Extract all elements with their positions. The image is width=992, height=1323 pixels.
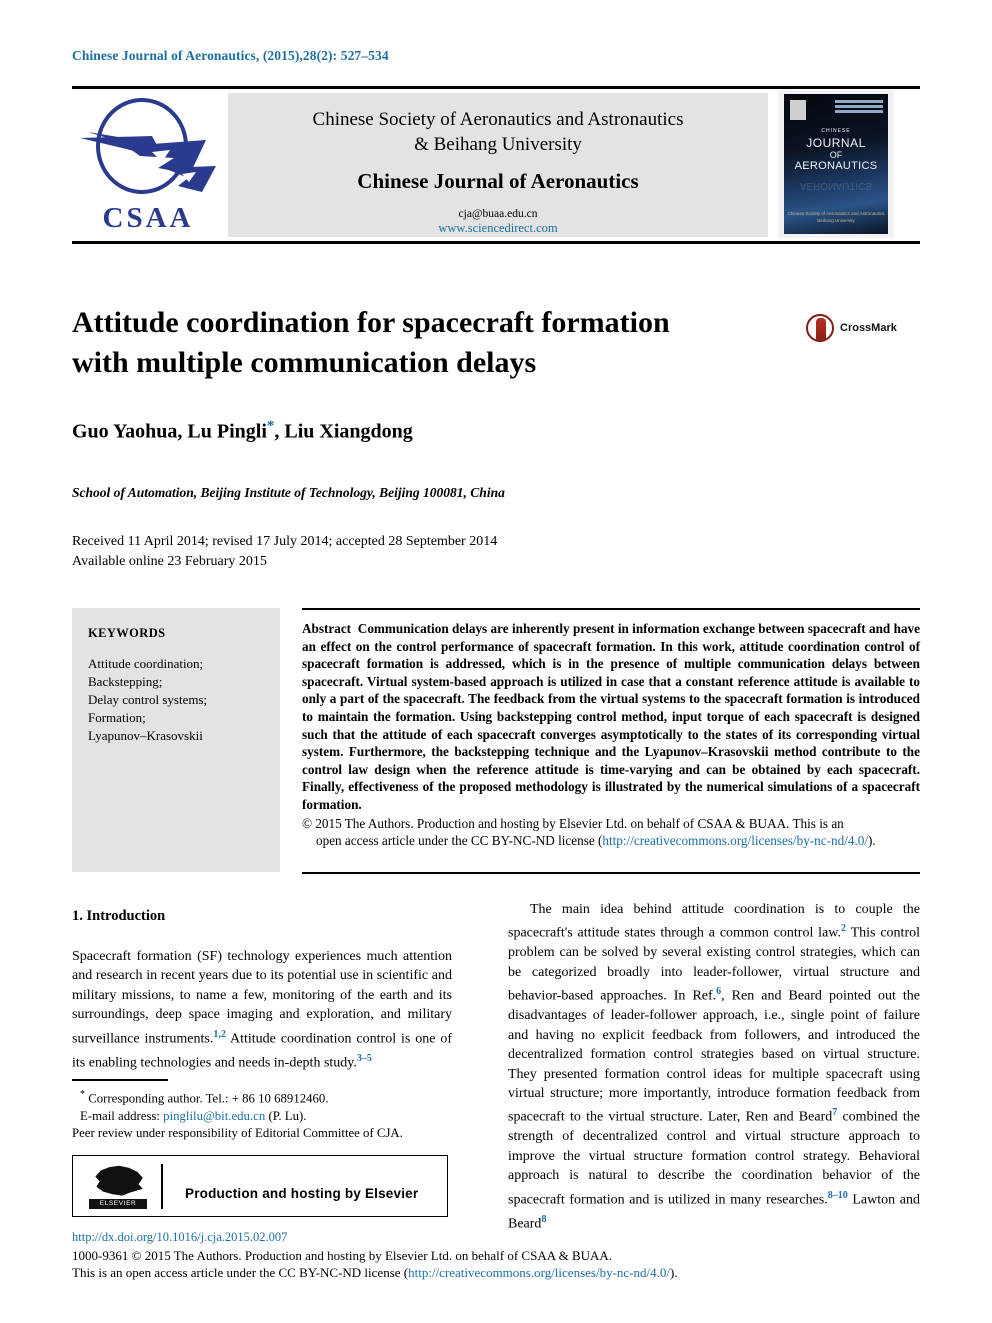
- journal-article-page: Chinese Journal of Aeronautics, (2015),2…: [0, 0, 992, 1323]
- footnote-separator: [72, 1079, 168, 1081]
- footnote-email: E-mail address: pinglilu@bit.edu.cn (P. …: [72, 1108, 452, 1126]
- license-text-pre: open access article under the CC BY-NC-N…: [316, 833, 603, 849]
- cover-footer-text: Chinese Society of Aeronautics and Astro…: [784, 210, 888, 224]
- abstract-copyright: © 2015 The Authors. Production and hosti…: [302, 815, 920, 850]
- journal-masthead: CSAA Chinese Society of Aeronautics and …: [72, 86, 920, 244]
- elsevier-production-box: ELSEVIER Production and hosting by Elsev…: [72, 1155, 448, 1217]
- keyword-item: Backstepping;: [88, 674, 163, 689]
- footnote-block: * Corresponding author. Tel.: + 86 10 68…: [72, 1086, 452, 1143]
- footer-license-line: This is an open access article under the…: [72, 1264, 920, 1282]
- abstract-section: Abstract Communication delays are inhere…: [302, 620, 920, 850]
- author-names-head: Guo Yaohua, Lu Pingli: [72, 420, 267, 443]
- csaa-logo: CSAA: [78, 96, 218, 236]
- page-footer: http://dx.doi.org/10.1016/j.cja.2015.02.…: [72, 1229, 920, 1282]
- history-available: Available online 23 February 2015: [72, 554, 267, 569]
- cover-issue-info: [835, 100, 883, 116]
- copyright-line-1: © 2015 The Authors. Production and hosti…: [302, 815, 844, 831]
- society-line-1: Chinese Society of Aeronautics and Astro…: [312, 109, 684, 130]
- keywords-heading: KEYWORDS: [88, 626, 166, 640]
- abstract-bottom-rule: [302, 872, 920, 874]
- keyword-item: Formation;: [88, 710, 146, 725]
- elsevier-box-divider: [161, 1164, 163, 1209]
- section-heading-introduction: 1. Introduction: [72, 908, 166, 924]
- article-history: Received 11 April 2014; revised 17 July …: [72, 532, 497, 572]
- crossmark-icon-inner: [816, 318, 826, 340]
- elsevier-tree-icon: [95, 1165, 143, 1196]
- cover-reflection: AERONAUTICS: [799, 180, 873, 191]
- csaa-logo-text: CSAA: [102, 202, 194, 234]
- cover-art: CHINESE JOURNAL OF AERONAUTICS AERONAUTI…: [784, 94, 888, 234]
- title-line-2: with multiple communication delays: [72, 346, 537, 379]
- crossmark-badge[interactable]: CrossMark: [806, 314, 914, 344]
- author-names-tail: , Liu Xiangdong: [274, 420, 413, 443]
- footer-license-pre: This is an open access article under the…: [72, 1265, 409, 1280]
- crossmark-icon: [806, 314, 834, 342]
- elsevier-wordmark: ELSEVIER: [89, 1199, 147, 1209]
- reference-marker[interactable]: 8–10: [828, 1190, 848, 1201]
- elsevier-production-text: Production and hosting by Elsevier: [185, 1186, 419, 1201]
- footnote-star-marker: *: [80, 1089, 85, 1100]
- email-link[interactable]: pinglilu@bit.edu.cn: [163, 1109, 265, 1123]
- author-list: Guo Yaohua, Lu Pingli*, Liu Xiangdong: [72, 418, 413, 444]
- issn-copyright-line: 1000-9361 © 2015 The Authors. Production…: [72, 1247, 613, 1263]
- journal-name: Chinese Journal of Aeronautics: [357, 169, 639, 193]
- society-line-2: & Beihang University: [414, 134, 582, 155]
- masthead-center-panel: Chinese Society of Aeronautics and Astro…: [228, 93, 768, 237]
- footer-license-post: ).: [669, 1265, 678, 1280]
- keyword-item: Delay control systems;: [88, 692, 208, 707]
- masthead-top-rule: [72, 86, 920, 89]
- footer-license-link[interactable]: http://creativecommons.org/licenses/by-n…: [408, 1265, 670, 1280]
- journal-cover-thumbnail[interactable]: CHINESE JOURNAL OF AERONAUTICS AERONAUTI…: [778, 90, 894, 238]
- doi-link[interactable]: http://dx.doi.org/10.1016/j.cja.2015.02.…: [72, 1229, 920, 1247]
- cover-aeronautics-label: AERONAUTICS: [794, 160, 878, 172]
- keyword-item: Attitude coordination;: [88, 656, 204, 671]
- intro-paragraph-left: Spacecraft formation (SF) technology exp…: [72, 947, 452, 1073]
- crossmark-label: CrossMark: [840, 322, 897, 334]
- footnote-peer-review: Peer review under responsibility of Edit…: [72, 1126, 403, 1141]
- csaa-aircraft-logo-icon: [80, 98, 216, 194]
- cover-title: CHINESE JOURNAL OF AERONAUTICS: [784, 128, 888, 172]
- body-right-column: The main idea behind attitude coordinati…: [508, 900, 920, 1234]
- abstract-body: Communication delays are inherently pres…: [302, 621, 920, 812]
- footnote-corresponding-text: Corresponding author. Tel.: + 86 10 6891…: [88, 1091, 329, 1106]
- keyword-item: Lyapunov–Krasovskii: [88, 728, 203, 743]
- reference-marker[interactable]: 1,2: [213, 1029, 226, 1040]
- journal-email[interactable]: cja@buaa.edu.cn: [228, 208, 768, 220]
- keywords-panel: KEYWORDS Attitude coordination; Backstep…: [72, 608, 280, 872]
- abstract-label: Abstract: [302, 621, 352, 636]
- intro-right-text-3: , Ren and Beard pointed out the disadvan…: [508, 988, 920, 1126]
- running-head: Chinese Journal of Aeronautics, (2015),2…: [72, 48, 389, 63]
- reference-marker[interactable]: 8: [541, 1214, 546, 1225]
- cover-chinese-label: CHINESE: [821, 128, 851, 134]
- cover-footer-line-2: Beihang University: [817, 218, 855, 223]
- keywords-list: Attitude coordination; Backstepping; Del…: [88, 655, 280, 745]
- masthead-bottom-rule: [72, 241, 920, 244]
- author-affiliation: School of Automation, Beijing Institute …: [72, 485, 505, 500]
- history-received: Received 11 April 2014; revised 17 July …: [72, 534, 498, 549]
- body-left-column: 1. Introduction Spacecraft formation (SF…: [72, 900, 452, 1073]
- cover-of-label: OF: [829, 150, 843, 160]
- cover-footer-line-1: Chinese Society of Aeronautics and Astro…: [787, 211, 885, 216]
- email-label: E-mail address:: [80, 1108, 160, 1123]
- license-link[interactable]: http://creativecommons.org/licenses/by-n…: [602, 833, 868, 848]
- reference-marker[interactable]: 3–5: [357, 1053, 372, 1064]
- abstract-top-rule: [302, 608, 920, 610]
- cover-journal-label: JOURNAL: [806, 136, 866, 150]
- title-line-1: Attitude coordination for spacecraft for…: [72, 306, 670, 339]
- sciencedirect-link[interactable]: www.sciencedirect.com: [228, 221, 768, 236]
- society-name: Chinese Society of Aeronautics and Astro…: [228, 107, 768, 157]
- copyright-line-2: open access article under the CC BY-NC-N…: [302, 832, 920, 850]
- page-title: Attitude coordination for spacecraft for…: [72, 303, 772, 383]
- license-text-post: ).: [868, 833, 876, 849]
- email-suffix: (P. Lu).: [268, 1108, 307, 1123]
- elsevier-logo: ELSEVIER: [87, 1163, 149, 1210]
- footnote-corresponding-author: * Corresponding author. Tel.: + 86 10 68…: [72, 1086, 452, 1108]
- elsevier-tree-icon: [790, 100, 806, 120]
- intro-paragraph-right: The main idea behind attitude coordinati…: [508, 900, 920, 1234]
